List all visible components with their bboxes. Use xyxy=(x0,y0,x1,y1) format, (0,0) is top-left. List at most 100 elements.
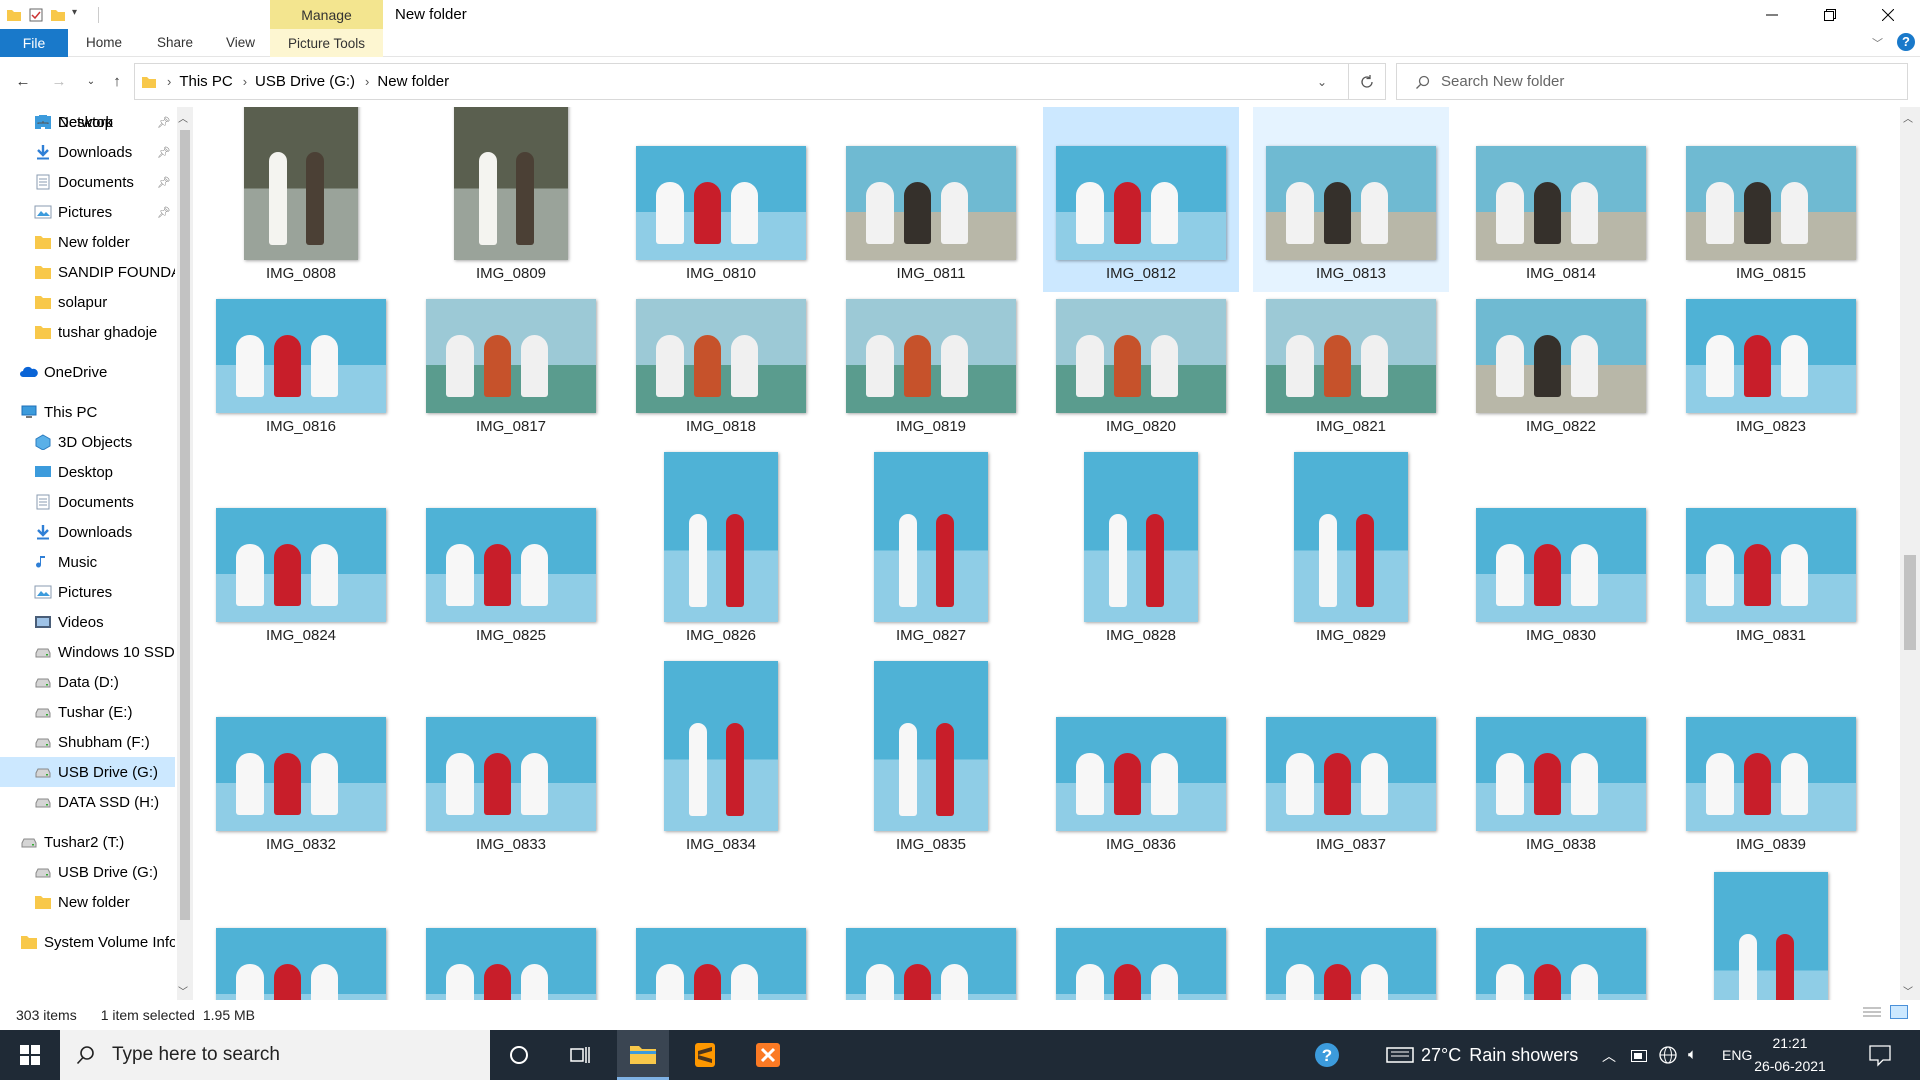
network-globe-icon[interactable] xyxy=(1658,1045,1678,1069)
task-view-button[interactable] xyxy=(554,1030,606,1080)
scroll-up-icon[interactable]: ︿ xyxy=(1903,110,1913,125)
breadcrumb-this-pc[interactable]: This PC xyxy=(179,73,232,90)
sidebar-item[interactable]: Data (D:) xyxy=(0,667,175,697)
details-view-icon[interactable] xyxy=(1863,1006,1881,1020)
file-tile[interactable]: IMG_0824 xyxy=(203,444,399,654)
sidebar-item[interactable]: Downloads 📌︎ xyxy=(0,137,175,167)
file-tile[interactable]: IMG_0827 xyxy=(833,444,1029,654)
tab-view[interactable]: View xyxy=(226,29,255,57)
sidebar-item[interactable]: Documents xyxy=(0,487,175,517)
file-tile[interactable] xyxy=(833,864,1029,1000)
minimize-button[interactable] xyxy=(1743,0,1801,29)
help-icon[interactable]: ? xyxy=(1897,33,1915,51)
sidebar-item[interactable]: solapur xyxy=(0,287,175,317)
file-tile[interactable]: IMG_0834 xyxy=(623,653,819,863)
start-button[interactable] xyxy=(0,1030,60,1080)
tab-share[interactable]: Share xyxy=(157,29,193,57)
sidebar-item[interactable]: Shubham (F:) xyxy=(0,727,175,757)
file-tile[interactable]: IMG_0817 xyxy=(413,235,609,445)
file-tile[interactable]: IMG_0821 xyxy=(1253,235,1449,445)
file-tile[interactable]: IMG_0833 xyxy=(413,653,609,863)
content-scrollbar[interactable] xyxy=(1900,107,1920,1000)
sidebar-item[interactable]: Desktop xyxy=(0,457,175,487)
volume-icon[interactable]: 🔈︎ xyxy=(1688,1046,1697,1063)
file-explorer-taskbar-button[interactable] xyxy=(617,1030,669,1080)
tab-file[interactable]: File xyxy=(0,29,68,57)
file-tile[interactable] xyxy=(1673,864,1869,1000)
help-app-button[interactable]: ? xyxy=(1301,1030,1353,1080)
address-dropdown-icon[interactable]: ⌄ xyxy=(1317,75,1327,89)
recent-locations-button[interactable]: ⌄ xyxy=(80,70,102,92)
new-folder-icon[interactable] xyxy=(50,7,66,23)
sidebar-item[interactable]: OneDrive xyxy=(0,357,175,387)
nav-scroll-thumb[interactable] xyxy=(180,130,190,920)
file-tile[interactable]: IMG_0825 xyxy=(413,444,609,654)
restore-button[interactable] xyxy=(1801,0,1859,29)
sidebar-item[interactable]: Network xyxy=(0,107,175,137)
sidebar-item[interactable]: Pictures 📌︎ xyxy=(0,197,175,227)
sidebar-item[interactable]: New folder xyxy=(0,227,175,257)
sidebar-item[interactable]: 3D Objects xyxy=(0,427,175,457)
file-tile[interactable] xyxy=(1043,864,1239,1000)
forward-button[interactable]: → xyxy=(48,70,70,92)
file-tile[interactable]: IMG_0826 xyxy=(623,444,819,654)
file-tile[interactable]: IMG_0837 xyxy=(1253,653,1449,863)
sidebar-item[interactable]: This PC xyxy=(0,397,175,427)
scroll-down-icon[interactable]: ﹀ xyxy=(1903,983,1913,998)
sidebar-item[interactable]: Downloads xyxy=(0,517,175,547)
sidebar-item[interactable]: USB Drive (G:) xyxy=(0,757,175,787)
notifications-icon[interactable] xyxy=(1868,1043,1892,1071)
sidebar-item[interactable]: USB Drive (G:) xyxy=(0,857,175,887)
file-tile[interactable]: IMG_0838 xyxy=(1463,653,1659,863)
file-tile[interactable]: IMG_0839 xyxy=(1673,653,1869,863)
properties-icon[interactable] xyxy=(28,7,44,23)
sublime-text-taskbar-button[interactable] xyxy=(679,1030,731,1080)
back-button[interactable]: ← xyxy=(12,70,34,92)
sidebar-item[interactable]: Windows 10 SSD (C:) xyxy=(0,637,175,667)
search-box[interactable] xyxy=(1396,63,1908,100)
manage-tab[interactable]: Manage xyxy=(270,0,383,29)
close-button[interactable] xyxy=(1859,0,1917,29)
breadcrumb-new-folder[interactable]: New folder xyxy=(377,73,449,90)
file-tile[interactable] xyxy=(203,864,399,1000)
breadcrumb-usb-drive[interactable]: USB Drive (G:) xyxy=(255,73,355,90)
sidebar-item[interactable]: Music xyxy=(0,547,175,577)
sidebar-item[interactable]: DATA SSD (H:) xyxy=(0,787,175,817)
file-tile[interactable]: IMG_0822 xyxy=(1463,235,1659,445)
cortana-button[interactable] xyxy=(493,1030,545,1080)
file-tile[interactable]: IMG_0823 xyxy=(1673,235,1869,445)
up-button[interactable]: ↑ xyxy=(106,70,128,92)
weather-widget[interactable]: 27°C Rain showers xyxy=(1385,1030,1578,1080)
file-tile[interactable]: IMG_0832 xyxy=(203,653,399,863)
file-tile[interactable]: IMG_0831 xyxy=(1673,444,1869,654)
tab-picture-tools[interactable]: Picture Tools xyxy=(270,29,383,57)
large-icons-view-icon[interactable] xyxy=(1890,1005,1908,1019)
file-tile[interactable]: IMG_0829 xyxy=(1253,444,1449,654)
taskbar-search[interactable]: Type here to search xyxy=(60,1030,490,1080)
file-tile[interactable]: IMG_0836 xyxy=(1043,653,1239,863)
sidebar-item[interactable]: Pictures xyxy=(0,577,175,607)
sidebar-item[interactable]: System Volume Information xyxy=(0,927,175,957)
file-tile[interactable] xyxy=(1463,864,1659,1000)
content-scroll-thumb[interactable] xyxy=(1904,555,1916,650)
file-tile[interactable]: IMG_0819 xyxy=(833,235,1029,445)
file-tile[interactable] xyxy=(623,864,819,1000)
address-bar[interactable]: › This PC › USB Drive (G:) › New folder … xyxy=(134,63,1386,100)
battery-icon[interactable] xyxy=(1631,1049,1649,1066)
file-tile[interactable]: IMG_0828 xyxy=(1043,444,1239,654)
xampp-taskbar-button[interactable] xyxy=(742,1030,794,1080)
sidebar-item[interactable]: Documents 📌︎ xyxy=(0,167,175,197)
sidebar-item[interactable]: Tushar2 (T:) xyxy=(0,827,175,857)
file-tile[interactable]: IMG_0820 xyxy=(1043,235,1239,445)
refresh-button[interactable] xyxy=(1348,63,1384,100)
file-tile[interactable]: IMG_0835 xyxy=(833,653,1029,863)
sidebar-item[interactable]: Tushar (E:) xyxy=(0,697,175,727)
file-tile[interactable]: IMG_0818 xyxy=(623,235,819,445)
scroll-down-icon[interactable]: ﹀ xyxy=(178,983,188,998)
file-tile[interactable] xyxy=(1253,864,1449,1000)
show-hidden-icons-icon[interactable]: ︿ xyxy=(1602,1046,1616,1066)
file-tile[interactable] xyxy=(413,864,609,1000)
sidebar-item[interactable]: tushar ghadoje xyxy=(0,317,175,347)
file-tile[interactable]: IMG_0830 xyxy=(1463,444,1659,654)
file-tile[interactable]: IMG_0816 xyxy=(203,235,399,445)
